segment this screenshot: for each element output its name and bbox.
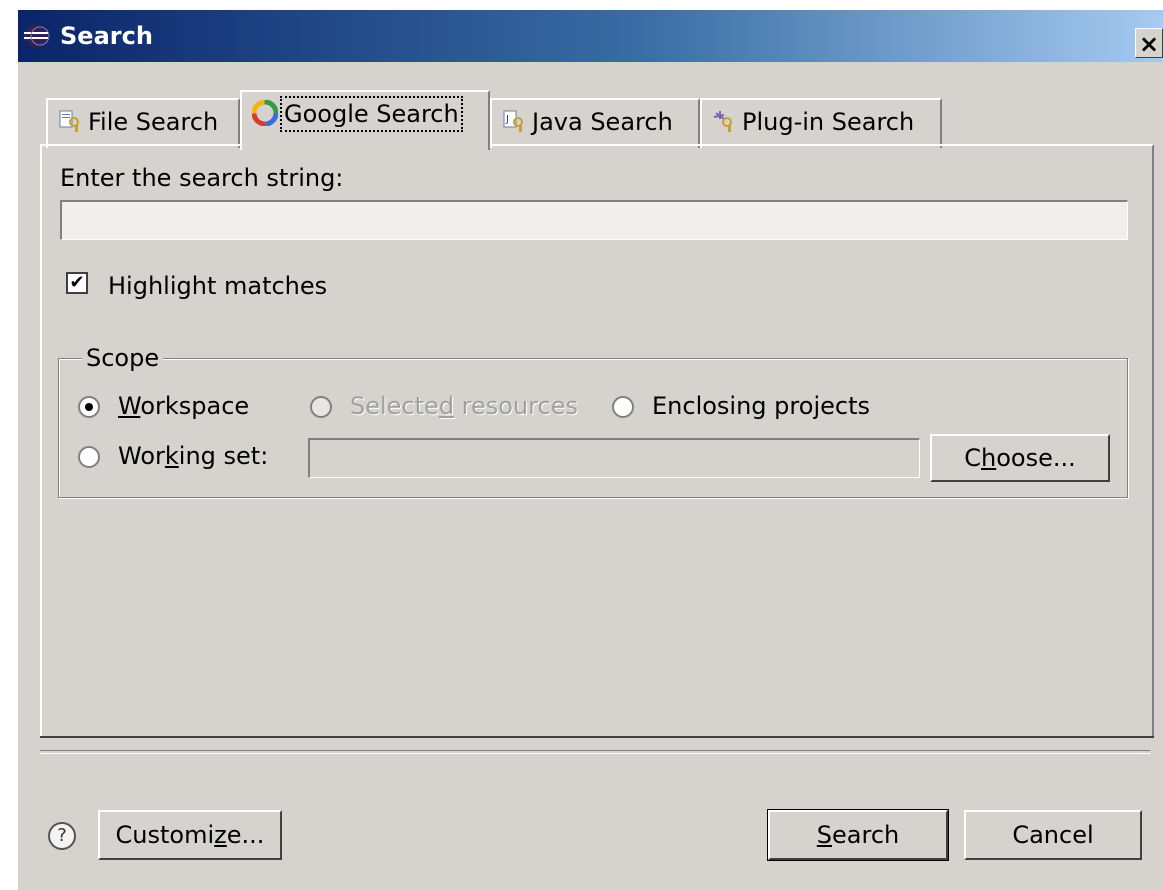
scope-legend: Scope: [82, 344, 164, 372]
choose-button[interactable]: Choose...: [930, 434, 1110, 482]
tab-java-search[interactable]: J Java Search: [490, 98, 700, 148]
check-icon: ✔: [69, 272, 85, 293]
workspace-radio[interactable]: [78, 396, 100, 418]
customize-button[interactable]: Customize...: [98, 810, 282, 860]
eclipse-icon: [24, 24, 50, 48]
radio-selected-dot: [85, 403, 93, 411]
plugin-search-icon: [713, 111, 732, 132]
search-input[interactable]: [60, 200, 1128, 240]
selected-resources-radio: [310, 396, 332, 418]
tab-java-search-label: Java Search: [532, 108, 673, 136]
workspace-label[interactable]: Workspace: [118, 392, 249, 420]
help-icon[interactable]: ?: [48, 822, 76, 850]
working-set-field: [308, 438, 920, 478]
tab-plugin-search-label: Plug-in Search: [742, 108, 915, 136]
cancel-button[interactable]: Cancel: [964, 810, 1142, 860]
search-dialog: Search × File Search Google Search J Jav…: [18, 10, 1163, 890]
footer-separator: [40, 750, 1150, 754]
window-title: Search: [60, 22, 153, 50]
panel-shadow: [40, 736, 1154, 738]
tab-plugin-search[interactable]: Plug-in Search: [700, 98, 942, 148]
title-bar[interactable]: Search ×: [18, 10, 1163, 62]
tab-google-search[interactable]: Google Search: [240, 90, 490, 150]
file-search-icon: [59, 110, 79, 132]
svg-text:J: J: [505, 114, 509, 125]
tab-file-search-label: File Search: [88, 108, 219, 136]
close-button[interactable]: ×: [1135, 28, 1163, 58]
search-button[interactable]: Search: [767, 809, 949, 861]
working-set-label[interactable]: Working set:: [118, 442, 268, 470]
tab-file-search[interactable]: File Search: [46, 98, 240, 148]
search-string-label: Enter the search string:: [60, 164, 344, 192]
highlight-matches-checkbox[interactable]: ✔: [66, 272, 88, 294]
google-search-icon: [252, 100, 278, 126]
selected-resources-label: Selected resources: [350, 392, 578, 420]
java-search-icon: J: [503, 110, 523, 132]
working-set-radio[interactable]: [78, 446, 100, 468]
highlight-matches-label[interactable]: Highlight matches: [108, 272, 327, 300]
enclosing-projects-label[interactable]: Enclosing projects: [652, 392, 870, 420]
close-icon: ×: [1138, 30, 1160, 58]
enclosing-projects-radio[interactable]: [612, 396, 634, 418]
tab-google-search-label: Google Search: [280, 96, 463, 132]
